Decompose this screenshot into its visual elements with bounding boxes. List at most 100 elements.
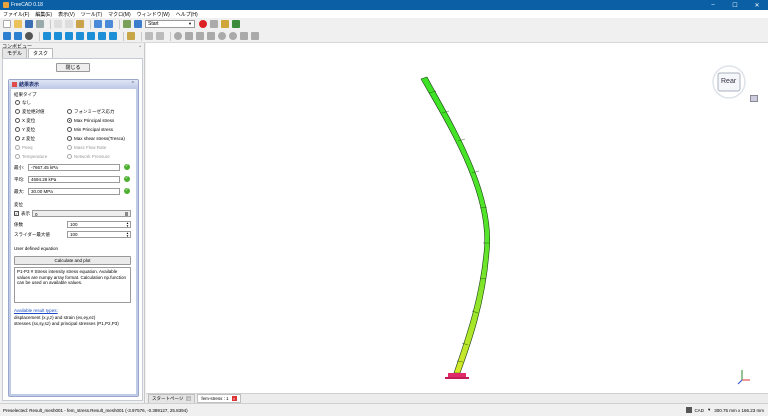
edit-macro-icon[interactable] (221, 20, 229, 28)
check-icon (124, 187, 130, 194)
close-tab-icon[interactable]: × (231, 396, 237, 401)
displacement-slider[interactable]: 0 (32, 210, 131, 217)
slider-max-spinbox[interactable]: 100 ▲ ▼ (67, 231, 131, 238)
radio-von-mises[interactable] (67, 109, 72, 114)
record-macro-icon[interactable] (199, 20, 207, 28)
back-arrow-icon[interactable] (196, 32, 204, 40)
reload-icon[interactable] (218, 32, 226, 40)
radio-max-principal[interactable] (67, 118, 72, 123)
radio-z-displacement-label: Z 変位 (22, 136, 35, 141)
bottom-view-icon[interactable] (98, 32, 106, 40)
tab-fem-stress[interactable]: fem-stress : 1 × (197, 394, 241, 403)
new-file-icon[interactable] (3, 20, 11, 28)
left-view-icon[interactable] (109, 32, 117, 40)
spin-arrows-icon[interactable]: ▲ ▼ (126, 222, 129, 228)
radio-mass-flow-label: Mass Flow Rate (74, 145, 107, 150)
right-view-icon[interactable] (76, 32, 84, 40)
radio-x-displacement[interactable] (15, 118, 20, 123)
chevron-down-icon: ▾ (707, 407, 711, 412)
result-types-link[interactable]: Available result types: (14, 308, 58, 313)
show-displacement-checkbox[interactable]: ✓ (14, 211, 19, 216)
stop-macro-icon[interactable] (210, 20, 218, 28)
next-arrow-icon[interactable] (207, 32, 215, 40)
isometric-view-icon[interactable] (43, 32, 51, 40)
radio-peeq (15, 145, 20, 150)
result-display-header[interactable]: 結果表示 ⌃ (9, 80, 138, 88)
user-equation-label: User defined equation (14, 246, 59, 251)
refresh-icon[interactable] (123, 20, 131, 28)
tab-start-page[interactable]: スタートページ × (148, 393, 196, 404)
radio-z-displacement[interactable] (15, 136, 20, 141)
radio-min-principal[interactable] (67, 127, 72, 132)
front-view-icon[interactable] (54, 32, 62, 40)
draw-style-icon[interactable] (25, 32, 33, 40)
3d-viewport[interactable]: Rear (146, 43, 768, 393)
undo-icon[interactable] (94, 20, 102, 28)
undock-icon[interactable]: ▫ (139, 44, 141, 50)
redo-icon[interactable] (105, 20, 113, 28)
web-home-icon[interactable] (145, 32, 153, 40)
navigation-style[interactable]: CAD (694, 408, 704, 413)
tab-model[interactable]: モデル (2, 48, 28, 58)
radio-abs-displacement[interactable] (15, 109, 20, 114)
radio-mass-flow (67, 145, 72, 150)
globe-icon[interactable] (174, 32, 182, 40)
toolbar-separator (119, 19, 120, 29)
run-macro-icon[interactable] (232, 20, 240, 28)
cut-icon[interactable] (54, 20, 62, 28)
factor-spinbox[interactable]: 100 ▲ ▼ (67, 221, 131, 228)
view-toolbar (0, 30, 768, 43)
help-line-2: stresses (sx,sy,sz) and principal stress… (14, 321, 119, 326)
radio-y-displacement-label: Y 変位 (22, 127, 36, 132)
zoom-out-icon[interactable] (251, 32, 259, 40)
measure-icon[interactable] (127, 32, 135, 40)
top-view-icon[interactable] (65, 32, 73, 40)
stop-icon[interactable] (229, 32, 237, 40)
whats-this-icon[interactable] (134, 20, 142, 28)
radio-y-displacement[interactable] (15, 127, 20, 132)
workbench-selector[interactable]: Start ▼ (145, 20, 195, 28)
web-open-icon[interactable] (156, 32, 164, 40)
menu-window[interactable]: ウィンドウ(W) (137, 11, 170, 18)
copy-icon[interactable] (65, 20, 73, 28)
tab-task[interactable]: タスク (28, 48, 54, 58)
menu-bar: ファイル(F) 編集(E) 表示(V) ツール(T) マクロ(M) ウィンドウ(… (0, 10, 768, 18)
toolbar-separator (170, 31, 171, 41)
displacement-section-label: 変位 (14, 202, 23, 207)
menu-file[interactable]: ファイル(F) (3, 11, 29, 18)
close-button[interactable]: 閉じる (56, 63, 90, 72)
menu-help[interactable]: ヘルプ(H) (176, 11, 198, 18)
close-tab-icon[interactable]: × (186, 396, 192, 401)
save-icon[interactable] (25, 20, 33, 28)
maximize-button[interactable]: ☐ (724, 0, 746, 10)
calculate-and-plot-button[interactable]: Calculate and plot (14, 256, 131, 265)
title-bar: FreeCAD 0.18 – ☐ ✕ (0, 0, 768, 10)
forward-arrow-icon[interactable] (185, 32, 193, 40)
paste-icon[interactable] (76, 20, 84, 28)
radio-peeq-label: Peeq (22, 145, 33, 150)
radio-none[interactable] (15, 100, 20, 105)
menu-macro[interactable]: マクロ(M) (108, 11, 131, 18)
close-window-button[interactable]: ✕ (746, 0, 768, 10)
print-icon[interactable] (36, 20, 44, 28)
spin-arrows-icon[interactable]: ▲ ▼ (126, 232, 129, 238)
rear-view-icon[interactable] (87, 32, 95, 40)
slider-handle[interactable] (125, 212, 128, 216)
zoom-in-icon[interactable] (240, 32, 248, 40)
equation-textarea[interactable]: P1-P3 # Stress intensity stress equation… (14, 267, 131, 303)
combo-tabs: モデル タスク (0, 48, 144, 58)
fit-all-icon[interactable] (3, 32, 11, 40)
minimize-button[interactable]: – (702, 0, 724, 10)
navigation-cube[interactable]: Rear (712, 65, 746, 99)
camera-menu-icon[interactable] (750, 95, 758, 102)
menu-view[interactable]: 表示(V) (58, 11, 75, 18)
window-controls: – ☐ ✕ (702, 0, 768, 10)
radio-max-shear[interactable] (67, 136, 72, 141)
collapse-icon[interactable]: ⌃ (131, 81, 135, 87)
fit-selection-icon[interactable] (14, 32, 22, 40)
preselection-status: Preselected: Result_mesh001 - fem_stress… (3, 407, 188, 413)
menu-tools[interactable]: ツール(T) (81, 11, 102, 18)
deformed-beam (420, 76, 491, 374)
menu-edit[interactable]: 編集(E) (35, 11, 52, 18)
open-file-icon[interactable] (14, 20, 22, 28)
